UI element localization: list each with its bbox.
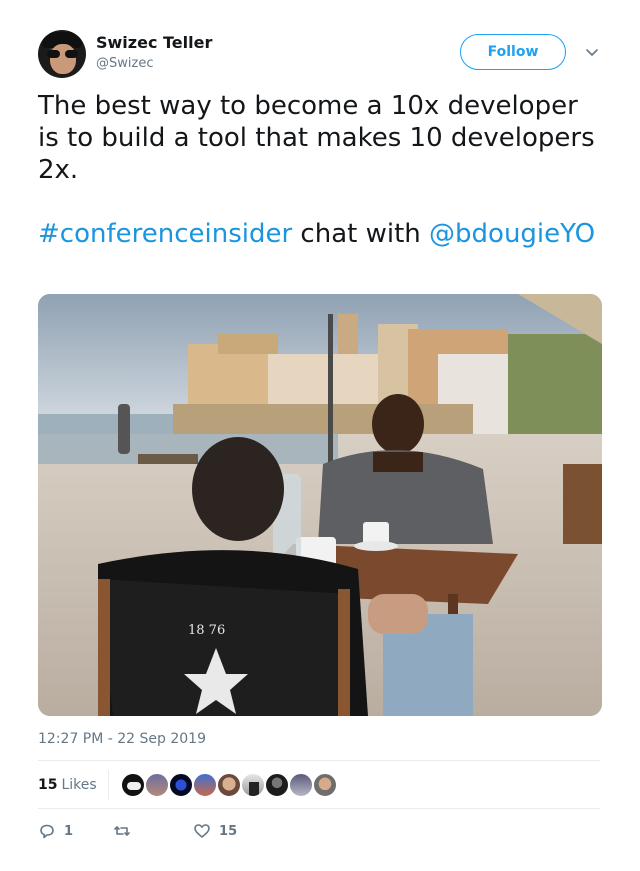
like-button[interactable]: 15 (193, 822, 237, 840)
avatar-glasses (47, 50, 78, 58)
liker-avatar[interactable] (144, 772, 170, 798)
user-avatar[interactable] (38, 30, 86, 78)
tweet-header: Swizec Teller @Swizec Follow (38, 30, 604, 80)
tweet-photo[interactable]: 18 76 (38, 294, 602, 716)
follow-button[interactable]: Follow (460, 34, 566, 70)
tweet-mid-text: chat with (292, 219, 430, 249)
liker-avatar[interactable] (192, 772, 218, 798)
chevron-down-icon[interactable] (584, 44, 600, 60)
like-count: 15 (219, 823, 238, 839)
liker-avatar[interactable] (216, 772, 242, 798)
likes-label: Likes (61, 777, 97, 793)
liker-avatar[interactable] (312, 772, 338, 798)
chair-jersey-text: 18 76 (188, 623, 225, 638)
heart-icon (194, 824, 210, 838)
divider-bottom (38, 808, 600, 809)
likes-separator (108, 770, 109, 800)
liker-avatar[interactable] (288, 772, 314, 798)
divider-top (38, 760, 600, 761)
tweet-paragraph-2: #conferenceinsider chat with @bdougieYO (38, 218, 604, 250)
liker-avatar[interactable] (240, 772, 266, 798)
liker-avatar[interactable] (168, 772, 194, 798)
retweet-icon (114, 826, 130, 836)
hashtag-link[interactable]: #conferenceinsider (38, 219, 292, 249)
tweet-text: The best way to become a 10x developer i… (38, 90, 604, 250)
photo-scene: 18 76 (38, 294, 602, 716)
tweet-actions: 1 15 (38, 820, 237, 842)
tweet-timestamp[interactable]: 12:27 PM - 22 Sep 2019 (38, 731, 206, 747)
reply-icon (40, 824, 54, 839)
user-handle[interactable]: @Swizec (96, 56, 153, 71)
user-name[interactable]: Swizec Teller (96, 33, 212, 52)
avatar-face (50, 44, 76, 74)
likes-summary[interactable]: 15 Likes (38, 770, 97, 800)
mention-link[interactable]: @bdougieYO (429, 219, 595, 249)
reply-button[interactable]: 1 (38, 822, 73, 840)
reply-count: 1 (64, 823, 74, 839)
retweet-button[interactable] (113, 822, 139, 840)
liker-avatar[interactable] (120, 772, 146, 798)
tweet-paragraph-1: The best way to become a 10x developer i… (38, 91, 595, 185)
likers-avatars (120, 772, 338, 798)
likes-count: 15 (38, 777, 58, 793)
liker-avatar[interactable] (264, 772, 290, 798)
